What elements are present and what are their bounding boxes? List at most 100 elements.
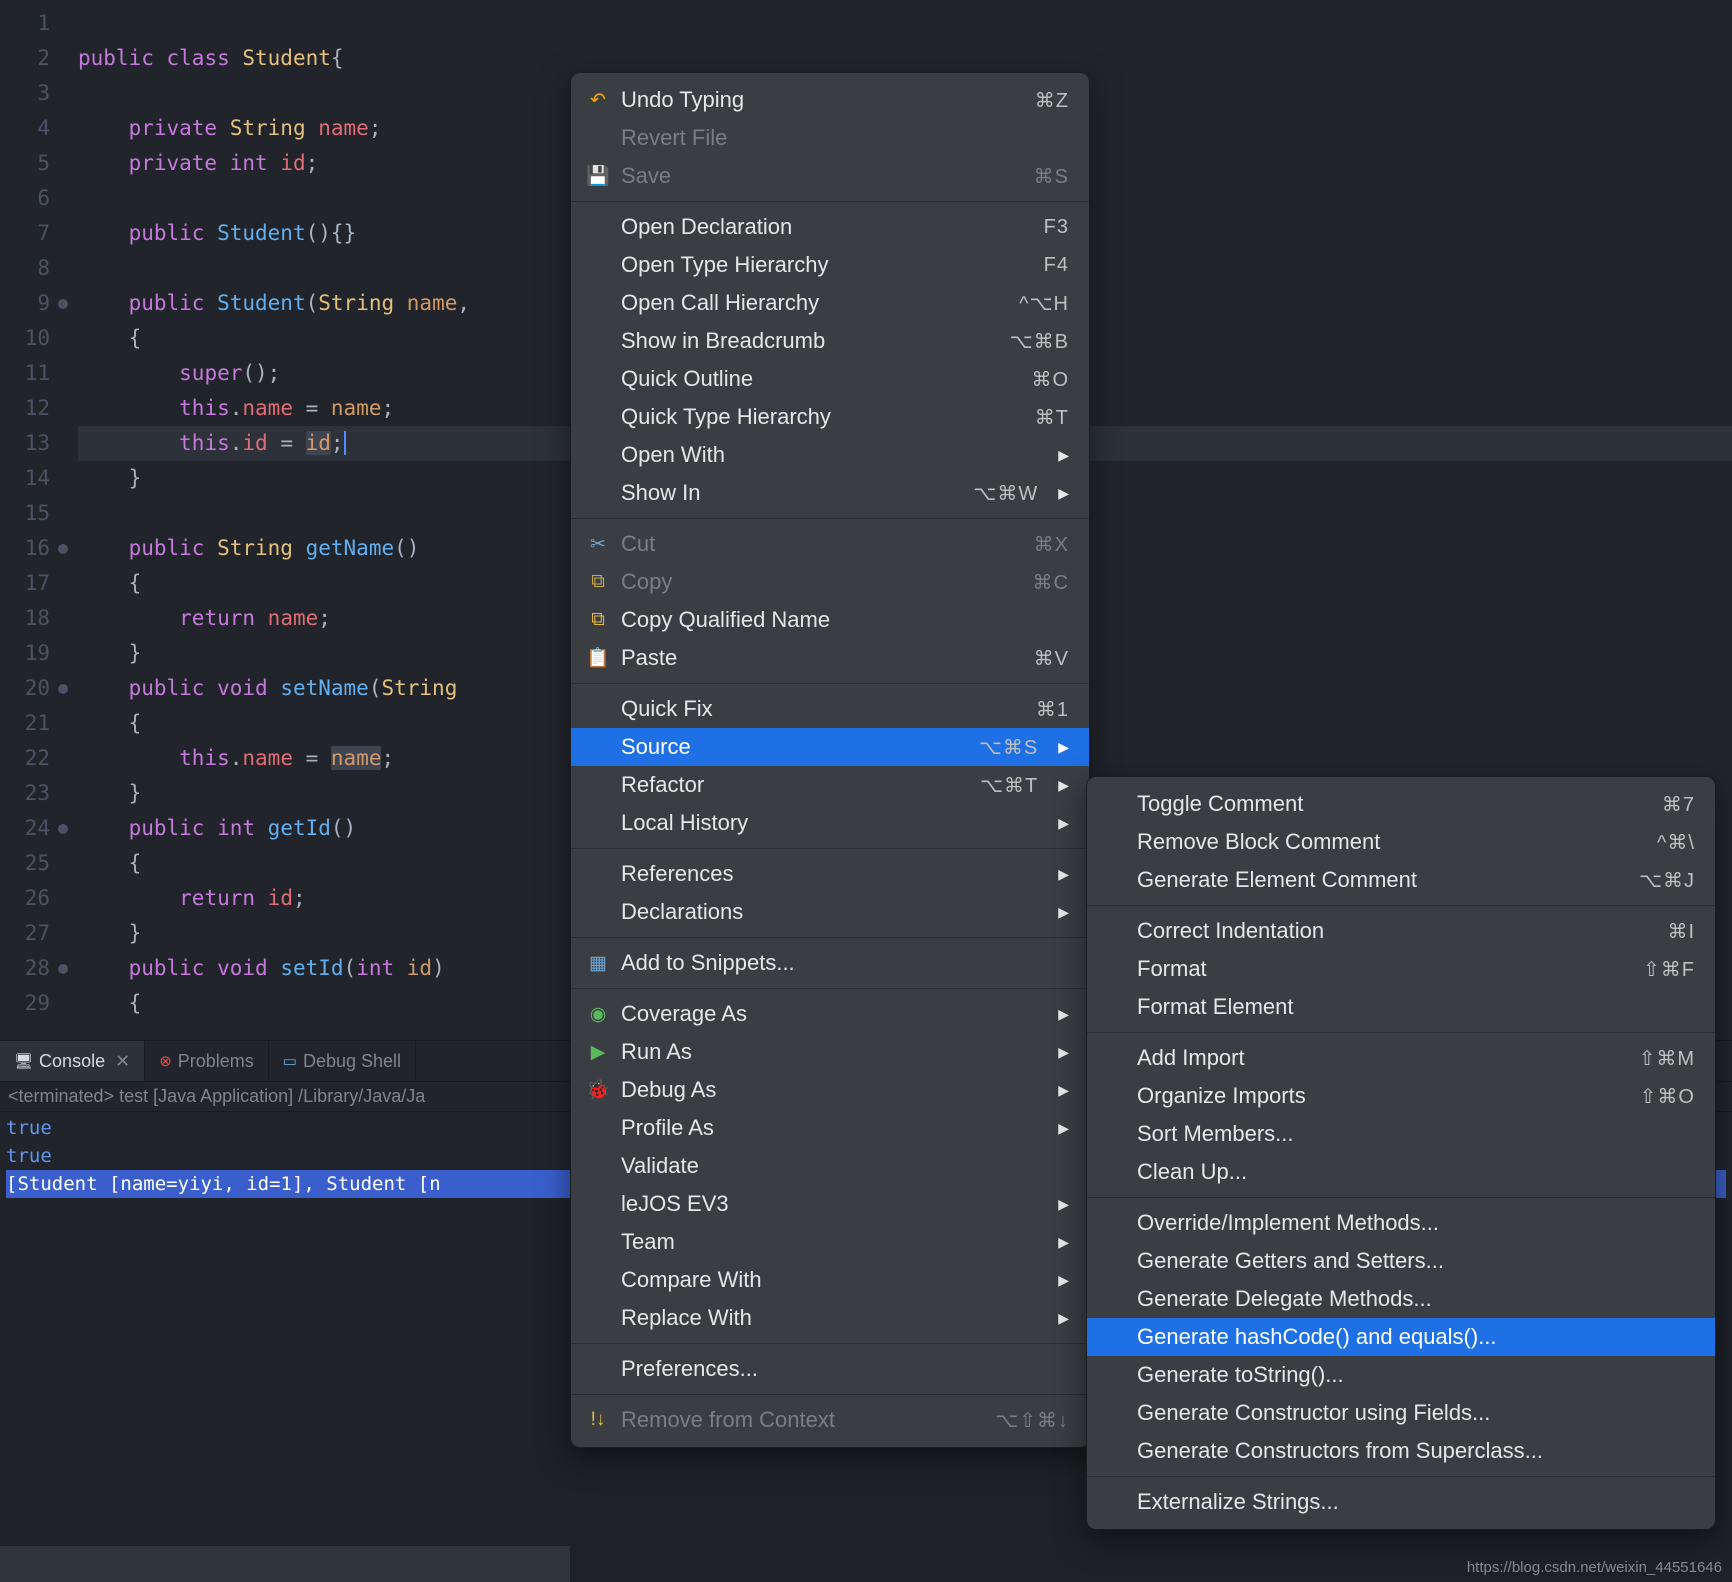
line-number: 7 <box>0 216 64 251</box>
menu-item[interactable]: Replace With▶ <box>571 1299 1089 1337</box>
menu-item-label: Format <box>1137 956 1605 982</box>
menu-item-label: Add to Snippets... <box>621 950 1069 976</box>
line-number: 28 <box>0 951 64 986</box>
menu-separator <box>1087 1032 1715 1033</box>
line-number: 12 <box>0 391 64 426</box>
menu-shortcut: ⌘1 <box>989 697 1069 722</box>
line-number: 19 <box>0 636 64 671</box>
menu-item-label: Format Element <box>1137 994 1695 1020</box>
menu-item[interactable]: References▶ <box>571 855 1089 893</box>
menu-item[interactable]: Generate toString()... <box>1087 1356 1715 1394</box>
menu-item[interactable]: Toggle Comment⌘7 <box>1087 785 1715 823</box>
menu-item[interactable]: Validate <box>571 1147 1089 1185</box>
menu-item[interactable]: Open With▶ <box>571 436 1089 474</box>
menu-item[interactable]: ▦ Add to Snippets... <box>571 944 1089 982</box>
status-bar <box>0 1546 570 1582</box>
menu-item[interactable]: Preferences... <box>571 1350 1089 1388</box>
line-number: 4 <box>0 111 64 146</box>
menu-shortcut: ⇧⌘O <box>1615 1084 1695 1109</box>
menu-item[interactable]: Open Call Hierarchy^⌥H <box>571 284 1089 322</box>
menu-item-label: Generate Getters and Setters... <box>1137 1248 1695 1274</box>
📋-icon: 📋 <box>585 646 611 670</box>
menu-item[interactable]: Generate Constructors from Superclass... <box>1087 1432 1715 1470</box>
menu-item[interactable]: Override/Implement Methods... <box>1087 1204 1715 1242</box>
line-number: 1 <box>0 6 64 41</box>
menu-item-label: Validate <box>621 1153 1069 1179</box>
source-submenu[interactable]: Toggle Comment⌘7Remove Block Comment^⌘\G… <box>1086 776 1716 1530</box>
menu-item[interactable]: Add Import⇧⌘M <box>1087 1039 1715 1077</box>
menu-shortcut: ⌘I <box>1615 919 1695 944</box>
menu-item: !↓Remove from Context⌥⇧⌘↓ <box>571 1401 1089 1439</box>
menu-item[interactable]: Show in Breadcrumb⌥⌘B <box>571 322 1089 360</box>
line-number: 13 <box>0 426 64 461</box>
menu-item-label: Open Call Hierarchy <box>621 290 979 316</box>
menu-item[interactable]: Open DeclarationF3 <box>571 208 1089 246</box>
code-line[interactable] <box>78 6 1732 41</box>
menu-item[interactable]: Open Type HierarchyF4 <box>571 246 1089 284</box>
tab-debug-shell[interactable]: ▭ Debug Shell <box>269 1041 416 1081</box>
menu-item-label: Debug As <box>621 1077 1038 1103</box>
menu-item[interactable]: Generate Delegate Methods... <box>1087 1280 1715 1318</box>
menu-item[interactable]: Generate Element Comment⌥⌘J <box>1087 861 1715 899</box>
line-number: 11 <box>0 356 64 391</box>
menu-item[interactable]: Format ⇧⌘F <box>1087 950 1715 988</box>
menu-item[interactable]: ↶Undo Typing⌘Z <box>571 81 1089 119</box>
menu-item[interactable]: Externalize Strings... <box>1087 1483 1715 1521</box>
tab-problems[interactable]: ⊗ Problems <box>145 1041 269 1081</box>
menu-shortcut: ⇧⌘F <box>1615 957 1695 982</box>
menu-item[interactable]: Correct Indentation ⌘I <box>1087 912 1715 950</box>
menu-item[interactable]: Local History▶ <box>571 804 1089 842</box>
menu-item[interactable]: Refactor⌥⌘T▶ <box>571 766 1089 804</box>
menu-item[interactable]: ▶Run As▶ <box>571 1033 1089 1071</box>
menu-item[interactable]: Quick Type Hierarchy⌘T <box>571 398 1089 436</box>
▦-icon: ▦ <box>585 952 611 975</box>
menu-item[interactable]: Compare With▶ <box>571 1261 1089 1299</box>
code-line[interactable]: public class Student{ <box>78 41 1732 76</box>
menu-item-label: Externalize Strings... <box>1137 1489 1695 1515</box>
💾-icon: 💾 <box>585 164 611 188</box>
context-menu[interactable]: ↶Undo Typing⌘ZRevert File💾Save⌘SOpen Dec… <box>570 72 1090 1448</box>
menu-item-label: Generate Element Comment <box>1137 867 1605 893</box>
menu-item-label: Add Import <box>1137 1045 1605 1071</box>
menu-item[interactable]: Organize Imports⇧⌘O <box>1087 1077 1715 1115</box>
menu-item[interactable]: ◉Coverage As▶ <box>571 995 1089 1033</box>
menu-item-label: Refactor <box>621 772 948 798</box>
menu-item[interactable]: Remove Block Comment^⌘\ <box>1087 823 1715 861</box>
menu-item-label: Sort Members... <box>1137 1121 1695 1147</box>
menu-shortcut: ⌘T <box>989 405 1069 430</box>
menu-item[interactable]: ⧉Copy Qualified Name <box>571 601 1089 639</box>
menu-item[interactable]: Sort Members... <box>1087 1115 1715 1153</box>
◉-icon: ◉ <box>585 1003 611 1026</box>
menu-item[interactable]: Generate Constructor using Fields... <box>1087 1394 1715 1432</box>
tab-console[interactable]: 🖥 Console ✕ <box>0 1041 145 1081</box>
menu-item[interactable]: Quick Fix⌘1 <box>571 690 1089 728</box>
menu-item-label: Copy <box>621 569 979 595</box>
menu-item[interactable]: leJOS EV3▶ <box>571 1185 1089 1223</box>
menu-item-label: Override/Implement Methods... <box>1137 1210 1695 1236</box>
menu-item-label: Correct Indentation <box>1137 918 1605 944</box>
menu-item[interactable]: Generate Getters and Setters... <box>1087 1242 1715 1280</box>
menu-item-label: Generate Delegate Methods... <box>1137 1286 1695 1312</box>
menu-item[interactable]: Source⌥⌘S▶ <box>571 728 1089 766</box>
menu-shortcut: ⌘C <box>989 570 1069 595</box>
close-icon[interactable]: ✕ <box>115 1051 130 1072</box>
submenu-arrow-icon: ▶ <box>1058 866 1069 883</box>
menu-item[interactable]: Clean Up... <box>1087 1153 1715 1191</box>
tab-label: Debug Shell <box>303 1051 401 1072</box>
menu-item[interactable]: Quick Outline⌘O <box>571 360 1089 398</box>
menu-item-label: leJOS EV3 <box>621 1191 1038 1217</box>
menu-item[interactable]: Team▶ <box>571 1223 1089 1261</box>
menu-shortcut: ⌘7 <box>1615 792 1695 817</box>
menu-item[interactable]: 📋 Paste ⌘V <box>571 639 1089 677</box>
line-number: 24 <box>0 811 64 846</box>
menu-item[interactable]: Format Element <box>1087 988 1715 1026</box>
menu-item-label: Paste <box>621 645 979 671</box>
menu-item[interactable]: Generate hashCode() and equals()... <box>1087 1318 1715 1356</box>
menu-shortcut: ⌥⌘T <box>958 773 1038 798</box>
menu-item[interactable]: Profile As▶ <box>571 1109 1089 1147</box>
menu-shortcut: ⌘V <box>989 646 1069 671</box>
menu-item[interactable]: 🐞Debug As▶ <box>571 1071 1089 1109</box>
menu-item[interactable]: Show In⌥⌘W▶ <box>571 474 1089 512</box>
line-number: 26 <box>0 881 64 916</box>
menu-item[interactable]: Declarations▶ <box>571 893 1089 931</box>
